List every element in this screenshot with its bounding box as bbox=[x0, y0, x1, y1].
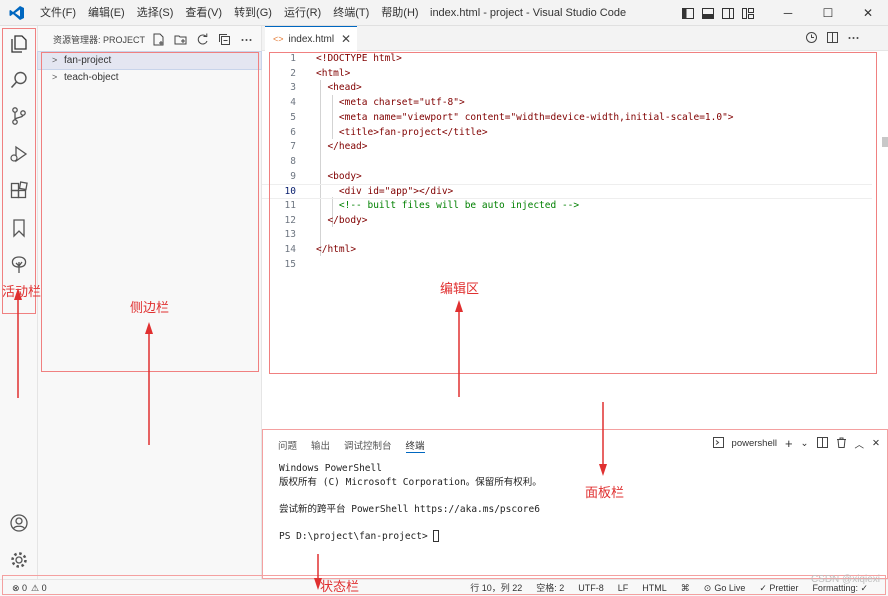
toggle-sidebar-icon[interactable] bbox=[678, 0, 698, 26]
timeline-icon[interactable] bbox=[805, 31, 818, 47]
editor-tabs: <> index.html ✕ bbox=[262, 26, 888, 51]
refresh-icon[interactable] bbox=[195, 32, 209, 46]
statusbar-highlight bbox=[2, 575, 886, 595]
editor-highlight bbox=[269, 52, 877, 374]
title-bar: 文件(F) 编辑(E) 选择(S) 查看(V) 转到(G) 运行(R) 终端(T… bbox=[0, 0, 888, 26]
menu-edit[interactable]: 编辑(E) bbox=[82, 0, 131, 26]
split-editor-icon[interactable] bbox=[826, 31, 839, 47]
tab-label: index.html bbox=[288, 33, 335, 45]
menu-terminal[interactable]: 终端(T) bbox=[327, 0, 375, 26]
sidebar-highlight bbox=[41, 52, 259, 372]
window-title: index.html - project - Visual Studio Cod… bbox=[430, 7, 627, 19]
sidebar-header: 资源管理器: PROJECT bbox=[38, 26, 261, 52]
scrollbar[interactable] bbox=[882, 137, 888, 147]
close-tab-icon[interactable]: ✕ bbox=[341, 32, 351, 46]
menu-run[interactable]: 运行(R) bbox=[278, 0, 327, 26]
menu-bar: 文件(F) 编辑(E) 选择(S) 查看(V) 转到(G) 运行(R) 终端(T… bbox=[34, 0, 425, 26]
activity-bar-highlight bbox=[2, 28, 36, 314]
toggle-secondary-sidebar-icon[interactable] bbox=[718, 0, 738, 26]
html-file-icon: <> bbox=[273, 34, 284, 44]
menu-help[interactable]: 帮助(H) bbox=[375, 0, 424, 26]
menu-view[interactable]: 查看(V) bbox=[179, 0, 228, 26]
maximize-button[interactable]: ☐ bbox=[808, 0, 848, 26]
settings-gear-icon[interactable] bbox=[7, 548, 31, 572]
sidebar-label: 侧边栏 bbox=[130, 301, 170, 316]
account-icon[interactable] bbox=[7, 511, 31, 535]
new-folder-icon[interactable] bbox=[173, 32, 187, 46]
tab-index-html[interactable]: <> index.html ✕ bbox=[265, 26, 357, 51]
menu-file[interactable]: 文件(F) bbox=[34, 0, 82, 26]
status-bar-label: 状态栏 bbox=[320, 580, 360, 595]
customize-layout-icon[interactable] bbox=[738, 0, 758, 26]
panel-highlight bbox=[262, 429, 888, 579]
close-button[interactable]: ✕ bbox=[848, 0, 888, 26]
new-file-icon[interactable] bbox=[151, 32, 165, 46]
vscode-logo-icon bbox=[0, 0, 34, 26]
collapse-all-icon[interactable] bbox=[217, 32, 231, 46]
minimize-button[interactable]: ─ bbox=[768, 0, 808, 26]
more-actions-icon[interactable] bbox=[847, 31, 860, 47]
panel-label: 面板栏 bbox=[585, 486, 625, 501]
explorer-title: 资源管理器: PROJECT bbox=[53, 34, 146, 45]
toggle-panel-icon[interactable] bbox=[698, 0, 718, 26]
more-actions-icon[interactable] bbox=[239, 32, 253, 46]
activity-bar-label: 活动栏 bbox=[2, 285, 42, 300]
menu-selection[interactable]: 选择(S) bbox=[131, 0, 180, 26]
menu-go[interactable]: 转到(G) bbox=[228, 0, 278, 26]
watermark: CSDN @xiqiexi bbox=[810, 574, 880, 585]
editor-label: 编辑区 bbox=[440, 282, 480, 297]
